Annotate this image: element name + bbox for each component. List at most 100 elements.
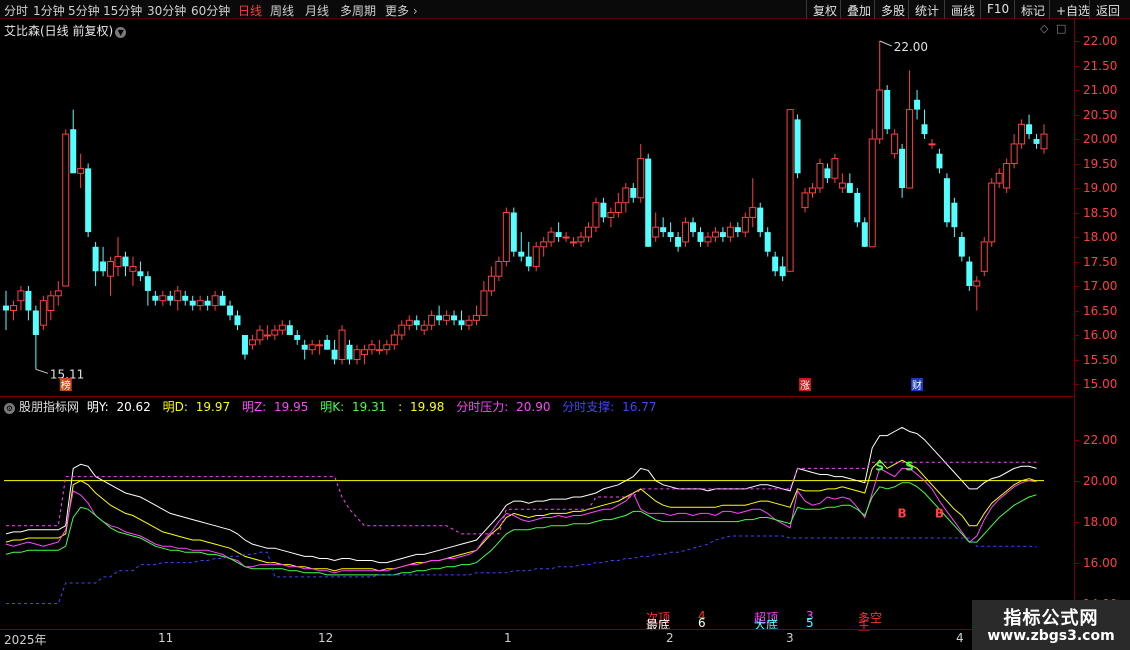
candle-body-down [667, 232, 674, 237]
date-label: 4 [956, 631, 964, 645]
candle-body-down [779, 266, 786, 277]
tab-30min[interactable]: 30分钟 [147, 2, 186, 19]
candle-body-up [368, 344, 376, 351]
candle-body-up [577, 236, 585, 243]
candle-body-down [122, 256, 129, 267]
price-axis[interactable]: 22.00 21.50 21.00 20.50 20.00 19.50 19.00 18.50… [1074, 19, 1130, 650]
tab-1min[interactable]: 1分钟 [33, 2, 65, 19]
high-price-label: 22.00 [894, 40, 928, 54]
candle-body-down [757, 207, 764, 233]
candle-body-up [711, 231, 719, 238]
tab-multi-period[interactable]: 多周期 [340, 2, 376, 19]
candle-body-up [405, 319, 413, 326]
tab-fenshi[interactable]: 分时 [4, 2, 28, 19]
candle-body-up [360, 349, 368, 356]
candle-body-up [995, 172, 1003, 184]
indicator-line [5, 467, 1037, 574]
candle-body-down [555, 232, 562, 237]
candle-body-up [562, 236, 570, 239]
date-axis[interactable]: 2025年 11 12 1 2 3 4 [0, 629, 1074, 650]
indicator-line [6, 535, 1037, 604]
candle-body-down [675, 237, 682, 247]
price-axis-label: 20.00 [1083, 132, 1118, 146]
candle-body-down [764, 232, 771, 252]
candle-body-up [353, 349, 361, 361]
candle-body-up [278, 324, 286, 331]
candle-body-up [607, 212, 615, 218]
buy-signal: B [935, 507, 944, 521]
date-label: 1 [504, 631, 512, 645]
axis-tick [1075, 310, 1079, 312]
candle-body-down [458, 320, 465, 326]
candle-body-down [331, 349, 338, 360]
candle-body-down [936, 153, 943, 169]
candle-body-down [510, 212, 517, 252]
candlestick-chart[interactable]: 22.0015.11榜涨财 [0, 19, 1074, 396]
candle-body-down [144, 276, 151, 291]
candle-body-up [704, 236, 712, 243]
date-label: 12 [318, 631, 334, 645]
candle-body-down [227, 305, 234, 316]
candle-body-down [824, 168, 831, 179]
candle-body-down [324, 339, 331, 350]
overlay-button[interactable]: 叠加 [840, 0, 877, 19]
restore-rights-button[interactable]: 复权 [806, 0, 843, 19]
candle-body-up [472, 314, 480, 321]
back-button[interactable]: 返回 [1089, 0, 1126, 19]
stat-zuidi-value: 6 [698, 616, 706, 630]
price-axis-label: 16.00 [1083, 328, 1118, 342]
candle-body-up [107, 261, 115, 277]
tab-15min[interactable]: 15分钟 [103, 2, 142, 19]
price-axis-label: 20.50 [1083, 107, 1118, 122]
candle-body-up [1010, 143, 1018, 165]
candle-body-up [390, 334, 398, 346]
candle-body-up [868, 138, 876, 248]
statistics-button[interactable]: 统计 [908, 0, 945, 19]
indicator-chart[interactable]: S S B B [0, 397, 1074, 629]
candle-body-up [584, 226, 592, 238]
tab-weekly[interactable]: 周线 [270, 2, 294, 19]
candle-body-down [219, 295, 226, 306]
tab-daily[interactable]: 日线 [238, 2, 262, 19]
mark-button[interactable]: 标记 [1014, 0, 1051, 19]
candle-body-up [652, 226, 660, 238]
axis-tick [1075, 384, 1079, 385]
candle-body-up [398, 324, 406, 336]
date-label: 2 [666, 631, 674, 645]
axis-tick [1075, 65, 1079, 67]
candle-body-down [719, 232, 726, 237]
price-axis-label: 15.50 [1083, 352, 1118, 367]
watermark-text: 指标公式网 [1003, 608, 1099, 629]
f10-button[interactable]: F10 [980, 0, 1015, 19]
tab-5min[interactable]: 5分钟 [68, 2, 100, 19]
candle-body-up [443, 314, 451, 321]
axis-tick [1075, 188, 1079, 189]
candle-body-up [614, 202, 622, 213]
axis-tick [1075, 163, 1079, 165]
candle-body-up [540, 241, 548, 248]
watermark: 指标公式网 www.zbgs3.com [972, 600, 1130, 650]
tab-more[interactable]: 更多 [385, 2, 418, 19]
candle-body-up [54, 290, 62, 297]
candle-body-down [167, 295, 174, 301]
candle-body-down [92, 246, 99, 272]
candle-body-up [980, 241, 988, 272]
candle-body-up [816, 163, 824, 189]
draw-line-button[interactable]: 画线 [944, 0, 981, 19]
multi-stock-button[interactable]: 多股 [874, 0, 911, 19]
indicator-axis-label: 20.00 [1083, 473, 1118, 488]
candle-body-up [741, 216, 749, 233]
timeframe-toolbar: 分时 1分钟 5分钟 15分钟 30分钟 60分钟 日线 周线 月线 多周期 更… [0, 0, 1130, 19]
tab-60min[interactable]: 60分钟 [191, 2, 230, 19]
candle-body-up [420, 324, 428, 331]
candle-body-up [876, 89, 884, 140]
tab-monthly[interactable]: 月线 [305, 2, 329, 19]
price-axis-label: 15.00 [1083, 377, 1118, 391]
price-axis-label: 17.50 [1083, 254, 1118, 269]
candle-body-up [316, 344, 324, 347]
candle-body-down [346, 344, 353, 360]
candle-body-down [100, 261, 107, 272]
low-marker-arrow [35, 368, 49, 374]
candle-body-down [413, 320, 420, 326]
candle-body-up [338, 329, 346, 361]
